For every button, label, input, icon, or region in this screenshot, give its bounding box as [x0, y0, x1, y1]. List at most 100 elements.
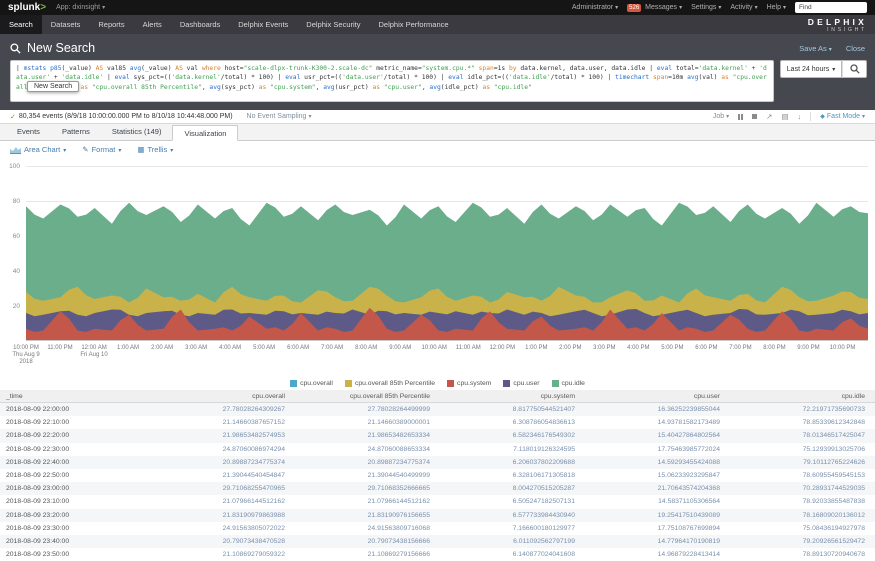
value-cell[interactable]: 29.71068352666665 — [295, 485, 440, 492]
value-cell[interactable]: 7.166600180129977 — [440, 525, 585, 532]
time-range-picker[interactable]: Last 24 hours — [780, 60, 842, 78]
format-menu[interactable]: Format — [82, 145, 121, 154]
value-cell[interactable]: 20.79073438156666 — [295, 538, 440, 545]
time-cell[interactable]: 2018-08-09 22:10:00 — [0, 419, 150, 426]
value-cell[interactable]: 17.75463985772024 — [585, 446, 730, 453]
time-cell[interactable]: 2018-08-09 23:00:00 — [0, 485, 150, 492]
job-menu[interactable]: Job — [713, 113, 729, 120]
value-cell[interactable]: 24.91563805072022 — [150, 525, 295, 532]
value-cell[interactable]: 79.10112765224626 — [730, 459, 875, 466]
pause-button[interactable] — [738, 114, 743, 120]
legend-item-cpu-overall-85th-percentile[interactable]: cpu.overall 85th Percentile — [345, 380, 435, 387]
table-row[interactable]: 2018-08-09 22:50:0021.3904454045484721.3… — [0, 469, 875, 482]
value-cell[interactable]: 21.98653482653334 — [295, 432, 440, 439]
value-cell[interactable]: 70.28931744529035 — [730, 485, 875, 492]
find-input[interactable]: Find — [795, 2, 867, 13]
value-cell[interactable]: 29.71068255470965 — [150, 485, 295, 492]
column-header-cpu-overall-85th-percentile[interactable]: cpu.overall 85th Percentile — [295, 393, 440, 400]
nav-item-delphix-performance[interactable]: Delphix Performance — [370, 15, 458, 34]
value-cell[interactable]: 14.93781582173489 — [585, 419, 730, 426]
table-row[interactable]: 2018-08-09 23:50:0021.1086927905932221.1… — [0, 548, 875, 561]
value-cell[interactable]: 21.10869279156666 — [295, 551, 440, 558]
value-cell[interactable]: 17.75108767699894 — [585, 525, 730, 532]
value-cell[interactable]: 8.004270515205287 — [440, 485, 585, 492]
value-cell[interactable]: 21.39044540454847 — [150, 472, 295, 479]
value-cell[interactable]: 21.14660387657152 — [150, 419, 295, 426]
app-menu[interactable]: App: dxinsight — [56, 4, 105, 11]
table-row[interactable]: 2018-08-09 22:40:0020.8988723477537420.8… — [0, 456, 875, 469]
value-cell[interactable]: 21.39044540499999 — [295, 472, 440, 479]
value-cell[interactable]: 14.59293455424088 — [585, 459, 730, 466]
legend-item-cpu-overall[interactable]: cpu.overall — [290, 380, 333, 387]
nav-item-delphix-security[interactable]: Delphix Security — [297, 15, 369, 34]
value-cell[interactable]: 27.78028264499999 — [295, 406, 440, 413]
value-cell[interactable]: 21.83190976156655 — [295, 512, 440, 519]
value-cell[interactable]: 75.08436194927978 — [730, 525, 875, 532]
value-cell[interactable]: 75.12939913025706 — [730, 446, 875, 453]
table-row[interactable]: 2018-08-09 23:20:0021.8319097986398821.8… — [0, 509, 875, 522]
time-cell[interactable]: 2018-08-09 22:50:00 — [0, 472, 150, 479]
value-cell[interactable]: 78.01346517425047 — [730, 432, 875, 439]
table-row[interactable]: 2018-08-09 22:30:0024.8706008697429424.8… — [0, 443, 875, 456]
help-menu[interactable]: Help — [767, 4, 786, 11]
value-cell[interactable]: 21.14660389000001 — [295, 419, 440, 426]
value-cell[interactable]: 21.83190979863988 — [150, 512, 295, 519]
value-cell[interactable]: 14.58371105306564 — [585, 498, 730, 505]
nav-item-datasets[interactable]: Datasets — [42, 15, 90, 34]
value-cell[interactable]: 20.89887234775374 — [150, 459, 295, 466]
value-cell[interactable]: 79.20926561529472 — [730, 538, 875, 545]
value-cell[interactable]: 78.92033855487838 — [730, 498, 875, 505]
value-cell[interactable]: 20.89887234775374 — [295, 459, 440, 466]
time-cell[interactable]: 2018-08-09 23:20:00 — [0, 512, 150, 519]
legend-item-cpu-idle[interactable]: cpu.idle — [552, 380, 585, 387]
value-cell[interactable]: 78.60955459545153 — [730, 472, 875, 479]
share-button[interactable] — [766, 112, 772, 121]
time-cell[interactable]: 2018-08-09 22:20:00 — [0, 432, 150, 439]
administrator-menu[interactable]: Administrator — [572, 4, 618, 11]
value-cell[interactable]: 16.36252239855044 — [585, 406, 730, 413]
messages-menu[interactable]: 526Messages — [627, 4, 682, 12]
nav-item-delphix-events[interactable]: Delphix Events — [229, 15, 297, 34]
nav-item-search[interactable]: Search — [0, 15, 42, 34]
column-header-cpu-user[interactable]: cpu.user — [585, 393, 730, 400]
table-row[interactable]: 2018-08-09 22:00:0027.7802826430926727.7… — [0, 403, 875, 416]
value-cell[interactable]: 6.140877024041608 — [440, 551, 585, 558]
value-cell[interactable]: 6.206037802209688 — [440, 459, 585, 466]
value-cell[interactable]: 27.78028264309267 — [150, 406, 295, 413]
value-cell[interactable]: 20.79073438470528 — [150, 538, 295, 545]
tab-visualization[interactable]: Visualization — [172, 125, 238, 141]
value-cell[interactable]: 21.98653482574953 — [150, 432, 295, 439]
time-cell[interactable]: 2018-08-09 22:00:00 — [0, 406, 150, 413]
value-cell[interactable]: 19.25417510439089 — [585, 512, 730, 519]
event-sampling-menu[interactable]: No Event Sampling — [247, 113, 312, 120]
table-row[interactable]: 2018-08-09 23:40:0020.7907343847052820.7… — [0, 535, 875, 548]
table-row[interactable]: 2018-08-09 23:00:0029.7106825547096529.7… — [0, 482, 875, 495]
column-header-cpu-idle[interactable]: cpu.idle — [730, 393, 875, 400]
column-header-cpu-system[interactable]: cpu.system — [440, 393, 585, 400]
table-row[interactable]: 2018-08-09 23:30:0024.9156380507202224.9… — [0, 522, 875, 535]
column-header-time[interactable]: _time — [0, 393, 150, 400]
value-cell[interactable]: 7.118019126324595 — [440, 446, 585, 453]
value-cell[interactable]: 6.328106171305818 — [440, 472, 585, 479]
value-cell[interactable]: 78.85339612342848 — [730, 419, 875, 426]
value-cell[interactable]: 15.06233923295847 — [585, 472, 730, 479]
value-cell[interactable]: 15.40427864802564 — [585, 432, 730, 439]
value-cell[interactable]: 6.582346176549302 — [440, 432, 585, 439]
tab-statistics-149[interactable]: Statistics (149) — [101, 124, 173, 140]
search-mode-menu[interactable]: Fast Mode — [820, 113, 865, 120]
close-button[interactable]: Close — [846, 44, 865, 53]
splunk-logo[interactable]: splunk> — [8, 2, 46, 13]
value-cell[interactable]: 24.91563809716068 — [295, 525, 440, 532]
time-cell[interactable]: 2018-08-09 23:40:00 — [0, 538, 150, 545]
value-cell[interactable]: 21.70643574204368 — [585, 485, 730, 492]
time-cell[interactable]: 2018-08-09 22:40:00 — [0, 459, 150, 466]
settings-menu[interactable]: Settings — [691, 4, 721, 11]
table-row[interactable]: 2018-08-09 22:20:0021.9865348257495321.9… — [0, 429, 875, 442]
value-cell[interactable]: 6.011092562797199 — [440, 538, 585, 545]
nav-item-alerts[interactable]: Alerts — [134, 15, 171, 34]
chart-plot-area[interactable] — [26, 166, 868, 341]
value-cell[interactable]: 14.77964170190819 — [585, 538, 730, 545]
activity-menu[interactable]: Activity — [730, 4, 757, 11]
chart-type-menu[interactable]: Area Chart — [10, 145, 66, 154]
value-cell[interactable]: 14.96879228413414 — [585, 551, 730, 558]
